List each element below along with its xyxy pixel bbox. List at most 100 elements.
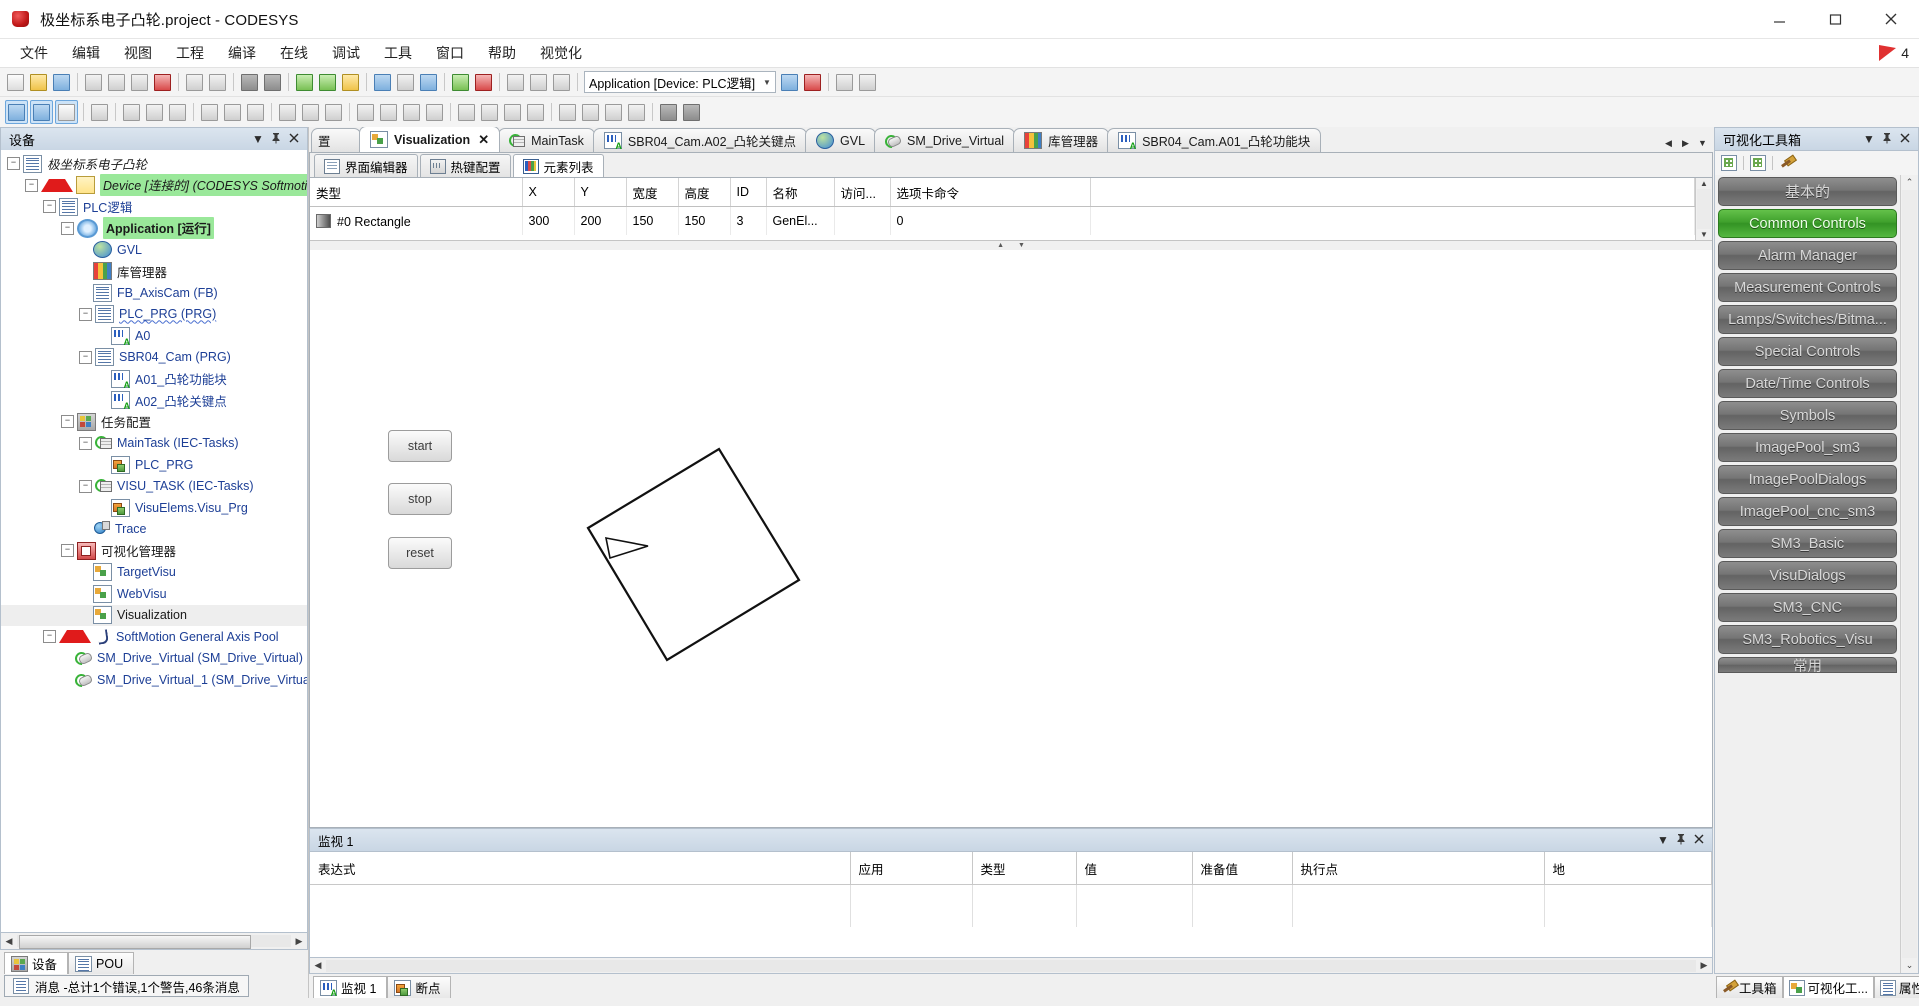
hammer-icon[interactable] <box>1778 153 1797 172</box>
group-button[interactable] <box>456 101 477 123</box>
scroll-up-icon[interactable]: ⌃ <box>1906 175 1914 190</box>
editor-tab[interactable]: SM_Drive_Virtual <box>874 128 1016 152</box>
replace-button[interactable] <box>262 71 283 93</box>
tree-item[interactable]: FB_AxisCam (FB) <box>1 282 307 304</box>
scroll-track[interactable] <box>1902 190 1917 958</box>
tree-expander[interactable]: − <box>25 178 38 192</box>
watch-column-header[interactable]: 地 <box>1544 852 1712 885</box>
subtab-hotkey-config[interactable]: 热键配置 <box>419 154 511 177</box>
tree-item[interactable]: SM_Drive_Virtual (SM_Drive_Virtual) <box>1 648 307 670</box>
step-over-button[interactable] <box>505 71 526 93</box>
pin-icon[interactable] <box>1672 833 1690 848</box>
tab-nav-list-icon[interactable]: ▼ <box>1695 134 1710 152</box>
tree-item[interactable]: PLC_PRG <box>1 454 307 476</box>
open-file-button[interactable] <box>28 71 49 93</box>
run-cursor-button[interactable] <box>834 71 855 93</box>
scroll-right-icon[interactable]: ▶ <box>291 936 307 947</box>
menu-edit[interactable]: 编辑 <box>60 40 112 66</box>
tree-item[interactable]: 库管理器 <box>1 261 307 283</box>
tree-expander[interactable]: − <box>61 544 74 558</box>
menu-help[interactable]: 帮助 <box>476 40 528 66</box>
watch-table-container[interactable]: 表达式 应用 类型值准备值 执行点地 <box>309 852 1713 958</box>
tab-toolbox[interactable]: 工具箱 <box>1716 976 1783 998</box>
foreground-button[interactable] <box>681 101 702 123</box>
tree-item[interactable]: − PLC_PRG (PRG) <box>1 304 307 326</box>
editor-tab[interactable]: SBR04_Cam.A01_凸轮功能块 <box>1107 128 1322 152</box>
space-equal-v-button[interactable] <box>424 101 445 123</box>
maximize-button[interactable] <box>1807 0 1863 38</box>
tab-devices[interactable]: 设备 <box>4 952 69 974</box>
element-list-row[interactable]: #0 Rectangle 300 200 150 150 3 GenEl... 0 <box>310 206 1695 235</box>
tree-item[interactable]: − 任务配置 <box>1 411 307 433</box>
element-list-column-header[interactable]: Y <box>574 178 627 207</box>
close-icon[interactable] <box>1896 132 1914 146</box>
tree-item[interactable]: A01_凸轮功能块 <box>1 368 307 390</box>
editor-tab[interactable]: GVL <box>805 128 877 152</box>
login-button[interactable] <box>372 71 393 93</box>
toolbox-category-button[interactable]: Symbols <box>1718 401 1897 430</box>
tree-expander[interactable]: − <box>43 630 56 644</box>
editor-tab[interactable]: MainTask <box>498 128 595 152</box>
generate-code-button[interactable] <box>340 71 361 93</box>
background-button[interactable] <box>658 101 679 123</box>
send-backward-button[interactable] <box>580 101 601 123</box>
pin-icon[interactable] <box>267 132 285 147</box>
scroll-right-icon[interactable]: ▶ <box>1696 960 1712 971</box>
chevron-down-icon[interactable]: ▼ <box>249 132 267 146</box>
subtab-element-list[interactable]: 元素列表 <box>512 154 604 177</box>
tree-item[interactable]: A0 <box>1 325 307 347</box>
editor-splitter[interactable]: ▲ ▼ <box>310 241 1712 250</box>
toolbox-category-button[interactable]: VisuDialogs <box>1718 561 1897 590</box>
rebuild-button[interactable] <box>317 71 338 93</box>
scroll-thumb[interactable] <box>19 935 251 949</box>
tree-item[interactable]: TargetVisu <box>1 562 307 584</box>
tree-item[interactable]: − Application [运行] <box>1 217 307 240</box>
editor-tab[interactable]: SBR04_Cam.A02_凸轮关键点 <box>592 128 808 152</box>
pin-icon[interactable] <box>1878 132 1896 147</box>
align-left-button[interactable] <box>121 101 142 123</box>
align-middle-button[interactable] <box>222 101 243 123</box>
align-bottom-button[interactable] <box>245 101 266 123</box>
toolbox-vscrollbar[interactable]: ⌃ ⌄ <box>1900 175 1918 973</box>
menu-project[interactable]: 工程 <box>164 40 216 66</box>
close-icon[interactable] <box>285 132 303 146</box>
menu-window[interactable]: 窗口 <box>424 40 476 66</box>
tab-visualization-toolbox[interactable]: 可视化工... <box>1782 976 1874 998</box>
toolbox-category-button[interactable]: Alarm Manager <box>1718 241 1897 270</box>
scroll-down-icon[interactable]: ▼ <box>1700 229 1708 240</box>
tab-pou[interactable]: POU <box>68 952 135 974</box>
space-equal-h-button[interactable] <box>401 101 422 123</box>
element-list-column-header[interactable]: 选项卡命令 <box>890 178 1091 207</box>
redo-button[interactable] <box>207 71 228 93</box>
watch-hscrollbar[interactable]: ◀ ▶ <box>309 958 1713 974</box>
toolbox-category-button[interactable]: Date/Time Controls <box>1718 369 1897 398</box>
build-button[interactable] <box>294 71 315 93</box>
scroll-track[interactable] <box>326 959 1696 972</box>
watch-list-button[interactable] <box>779 71 800 93</box>
watch-column-header[interactable]: 准备值 <box>1192 852 1293 885</box>
watch-column-header[interactable]: 表达式 <box>310 852 851 885</box>
tree-item[interactable]: VisuElems.Visu_Prg <box>1 497 307 519</box>
start-button[interactable] <box>450 71 471 93</box>
cut-button[interactable] <box>83 71 104 93</box>
find-button[interactable] <box>239 71 260 93</box>
menu-view[interactable]: 视图 <box>112 40 164 66</box>
tree-item[interactable]: − 可视化管理器 <box>1 540 307 562</box>
toolbox-category-button[interactable]: ImagePool_cnc_sm3 <box>1718 497 1897 526</box>
menu-online[interactable]: 在线 <box>268 40 320 66</box>
download-button[interactable] <box>418 71 439 93</box>
copy-button[interactable] <box>106 71 127 93</box>
toolbox-category-button[interactable]: 常用 <box>1718 657 1897 673</box>
select-tool-button[interactable] <box>5 100 28 124</box>
toolbox-category-button[interactable]: Lamps/Switches/Bitma... <box>1718 305 1897 334</box>
scroll-left-icon[interactable]: ◀ <box>310 960 326 971</box>
distribute-h-button[interactable] <box>355 101 376 123</box>
editor-tab[interactable]: 库管理器 <box>1013 128 1110 152</box>
element-list-toggle-button[interactable] <box>55 100 78 124</box>
tree-expander[interactable]: − <box>79 436 92 450</box>
element-list-column-header[interactable]: 高度 <box>678 178 731 207</box>
same-size-button[interactable] <box>323 101 344 123</box>
new-file-button[interactable] <box>5 71 26 93</box>
tree-expander[interactable]: − <box>61 221 74 235</box>
zoom-tool-button[interactable] <box>30 100 53 124</box>
